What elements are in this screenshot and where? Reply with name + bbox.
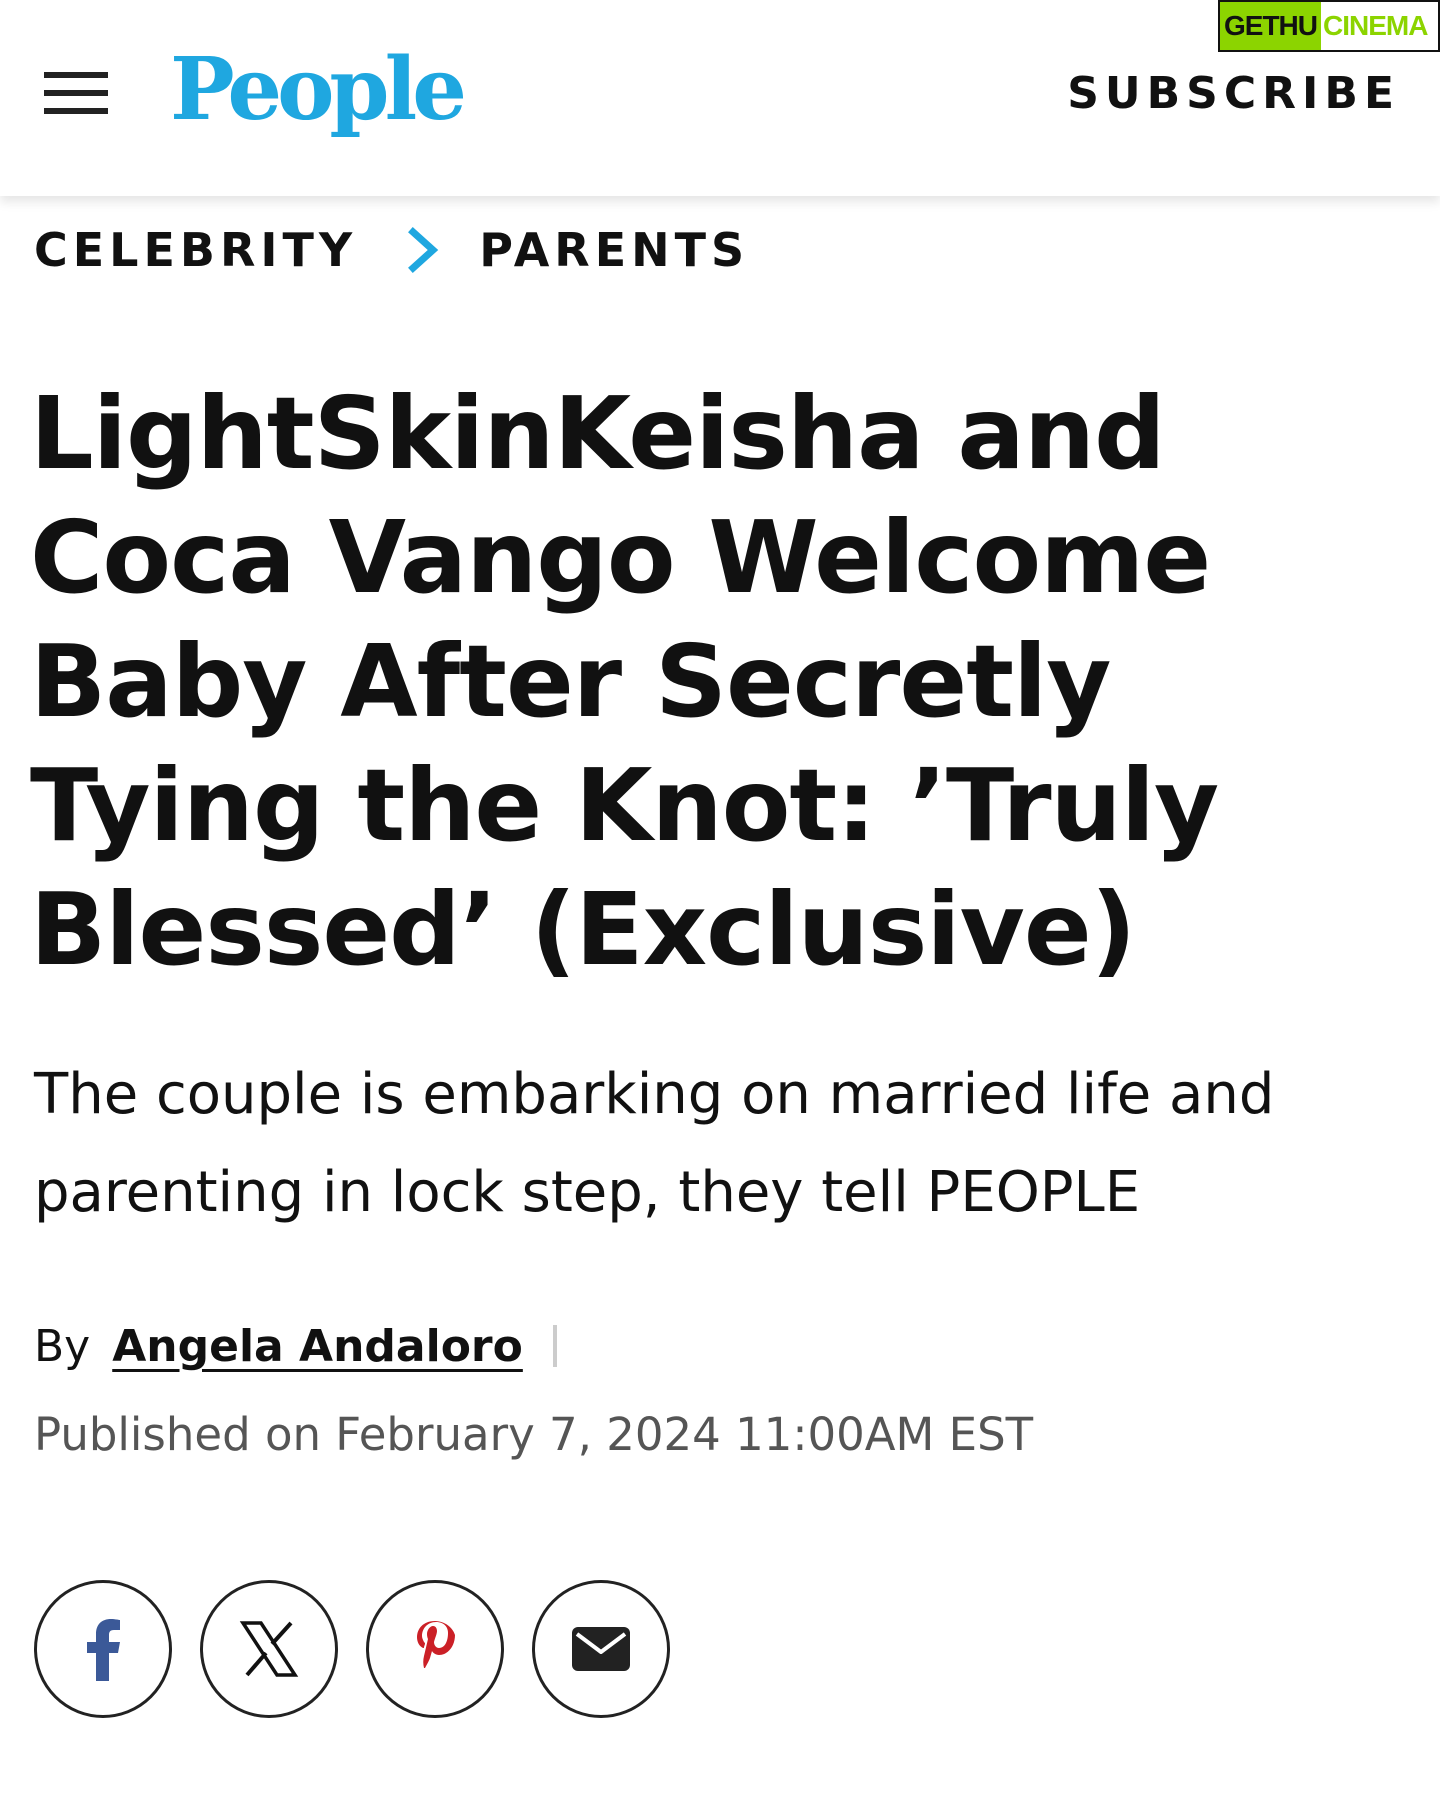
facebook-icon bbox=[87, 1619, 120, 1681]
byline-prefix: By bbox=[34, 1320, 91, 1372]
share-email-button[interactable] bbox=[532, 1580, 670, 1718]
people-logo[interactable]: People bbox=[170, 40, 467, 140]
watermark-logo: GETHU CINEMA bbox=[1218, 0, 1440, 52]
menu-line bbox=[44, 90, 108, 96]
menu-line bbox=[44, 72, 108, 78]
share-x-button[interactable] bbox=[200, 1580, 338, 1718]
article-dek: The couple is embarking on married life … bbox=[34, 1062, 1275, 1225]
published-date: Published on February 7, 2024 11:00AM ES… bbox=[34, 1408, 1034, 1461]
article-headline: LightSkinKeisha and Coca Vango Welcome B… bbox=[30, 375, 1219, 988]
share-facebook-button[interactable] bbox=[34, 1580, 172, 1718]
pinterest-icon bbox=[417, 1621, 455, 1668]
watermark-text-2: CINEMA bbox=[1323, 10, 1428, 41]
breadcrumb: CELEBRITY PARENTS bbox=[34, 220, 749, 280]
share-pinterest-button[interactable] bbox=[366, 1580, 504, 1718]
breadcrumb-item-celebrity[interactable]: CELEBRITY bbox=[34, 223, 357, 277]
subscribe-button[interactable]: SUBSCRIBE bbox=[1067, 66, 1400, 122]
hamburger-menu-icon[interactable] bbox=[44, 70, 108, 116]
x-icon bbox=[239, 1621, 299, 1677]
share-bar bbox=[34, 1580, 698, 1718]
email-icon bbox=[572, 1627, 630, 1671]
chevron-right-icon bbox=[408, 227, 439, 273]
byline-divider bbox=[552, 1325, 557, 1367]
author-link[interactable]: Angela Andaloro bbox=[112, 1321, 523, 1372]
watermark-text-1: GETHU bbox=[1220, 2, 1321, 50]
breadcrumb-item-parents[interactable]: PARENTS bbox=[479, 223, 749, 277]
byline: By Angela Andaloro bbox=[34, 1316, 557, 1376]
menu-line bbox=[44, 108, 108, 114]
